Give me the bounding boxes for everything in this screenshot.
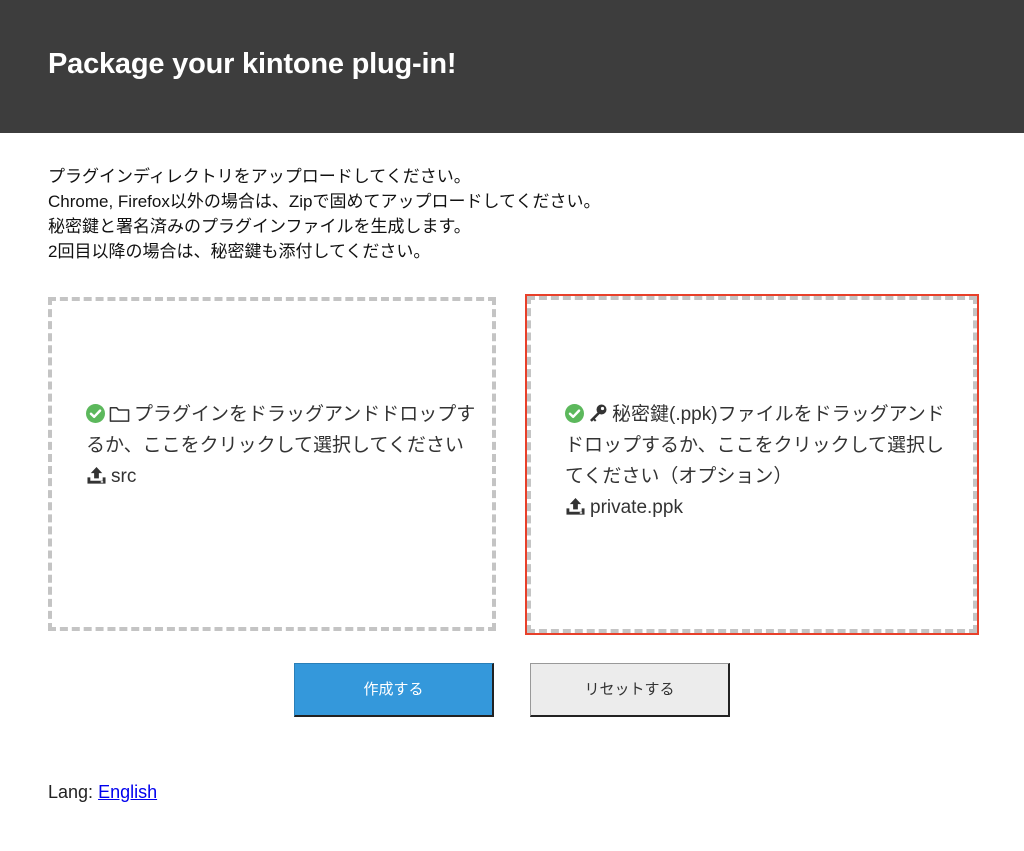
- private-key-dropzone-content: 秘密鍵(.ppk)ファイルをドラッグアンドドロップするか、ここをクリックして選択…: [565, 399, 951, 523]
- private-key-dropzone[interactable]: 秘密鍵(.ppk)ファイルをドラッグアンドドロップするか、ここをクリックして選択…: [527, 296, 977, 633]
- language-switcher: Lang: English: [48, 782, 157, 803]
- upload-icon: [86, 466, 107, 485]
- check-circle-icon: [565, 404, 584, 423]
- instruction-line: 秘密鍵と署名済みのプラグインファイルを生成します。: [48, 217, 471, 236]
- plugin-src-dropzone-label: プラグインをドラッグアンドドロップするか、ここをクリックして選択してください: [86, 404, 476, 456]
- create-button[interactable]: 作成する: [294, 663, 494, 717]
- lang-label: Lang:: [48, 782, 94, 802]
- page-header: Package your kintone plug-in!: [0, 0, 1024, 133]
- folder-icon: [109, 405, 130, 423]
- private-key-file-name: private.ppk: [590, 497, 683, 518]
- reset-button[interactable]: リセットする: [530, 663, 730, 717]
- instruction-line: 2回目以降の場合は、秘密鍵も添付してください。: [48, 242, 431, 261]
- plugin-src-file: src: [86, 461, 476, 492]
- key-icon: [588, 403, 608, 423]
- check-circle-icon: [86, 404, 105, 423]
- instructions: プラグインディレクトリをアップロードしてください。 Chrome, Firefo…: [48, 164, 600, 264]
- lang-english-link[interactable]: English: [98, 782, 157, 802]
- instruction-line: プラグインディレクトリをアップロードしてください。: [48, 167, 471, 186]
- plugin-src-file-name: src: [111, 466, 137, 487]
- upload-icon: [565, 497, 586, 516]
- private-key-dropzone-label: 秘密鍵(.ppk)ファイルをドラッグアンドドロップするか、ここをクリックして選択…: [565, 404, 945, 487]
- page-title: Package your kintone plug-in!: [48, 48, 457, 80]
- private-key-file: private.ppk: [565, 492, 951, 523]
- plugin-src-dropzone-content: プラグインをドラッグアンドドロップするか、ここをクリックして選択してください s…: [86, 399, 476, 492]
- instruction-line: Chrome, Firefox以外の場合は、Zipで固めてアップロードしてくださ…: [48, 192, 601, 211]
- plugin-src-dropzone[interactable]: プラグインをドラッグアンドドロップするか、ここをクリックして選択してください s…: [48, 297, 496, 631]
